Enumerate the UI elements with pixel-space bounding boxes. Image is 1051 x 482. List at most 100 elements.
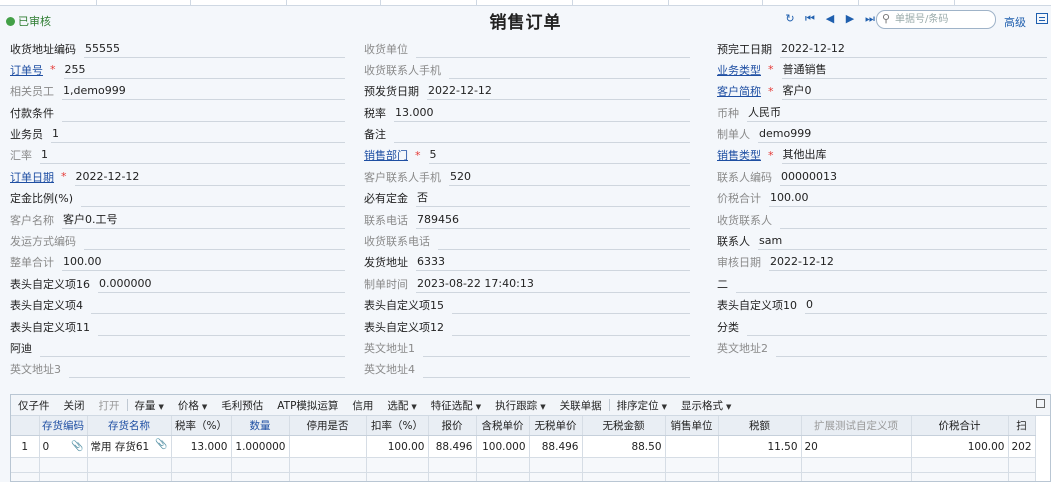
table-cell[interactable]: 100.00 bbox=[366, 435, 429, 458]
field-value[interactable]: 其他出库 bbox=[781, 146, 1047, 165]
table-cell[interactable]: 100.000 bbox=[476, 435, 530, 458]
field-value[interactable]: 789456 bbox=[416, 211, 690, 229]
attachment-icon[interactable]: 📎 bbox=[155, 439, 167, 450]
table-cell[interactable] bbox=[665, 457, 719, 473]
toolbar-button[interactable]: 关联单据 bbox=[553, 398, 609, 413]
field-value[interactable]: 520 bbox=[449, 168, 690, 186]
toolbar-button[interactable]: 价格 ▼ bbox=[171, 398, 214, 413]
field-value[interactable] bbox=[69, 360, 345, 379]
table-cell[interactable]: 11.50 bbox=[718, 435, 802, 458]
column-header[interactable]: 数量 bbox=[231, 416, 290, 436]
field-value[interactable] bbox=[81, 189, 345, 208]
field-value[interactable] bbox=[776, 339, 1047, 357]
table-cell[interactable] bbox=[476, 472, 530, 481]
table-cell[interactable] bbox=[665, 435, 719, 458]
table-cell[interactable]: 1.000000 bbox=[231, 435, 290, 458]
field-value[interactable]: 100.00 bbox=[769, 189, 1047, 208]
column-header[interactable]: 存货编码 bbox=[39, 416, 88, 436]
column-header[interactable]: 含税单价 bbox=[476, 416, 530, 436]
field-value[interactable]: 55555 bbox=[84, 40, 345, 58]
field-value[interactable]: 00000013 bbox=[780, 168, 1047, 186]
table-cell[interactable] bbox=[428, 472, 477, 481]
toolbar-button[interactable]: 排序定位 ▼ bbox=[610, 398, 674, 413]
table-cell[interactable] bbox=[87, 457, 172, 473]
table-cell[interactable]: 20 bbox=[801, 435, 912, 458]
column-header[interactable]: 税率（%） bbox=[171, 416, 232, 436]
table-cell[interactable] bbox=[428, 457, 477, 473]
last-record-icon[interactable]: ⏭ bbox=[864, 12, 876, 26]
field-value[interactable] bbox=[780, 211, 1047, 229]
toolbar-button[interactable]: 特征选配 ▼ bbox=[424, 398, 488, 413]
attachment-icon[interactable]: 📎 bbox=[71, 441, 83, 452]
table-row[interactable]: 1 0 📎 常用 存货61 📎 13.000 1.000000 100.00 88.496 100… bbox=[11, 435, 1036, 458]
column-header[interactable]: 销售单位 bbox=[665, 416, 719, 436]
toolbar-button[interactable]: 信用 bbox=[345, 398, 380, 413]
column-header[interactable]: 价税合计 bbox=[911, 416, 1009, 436]
table-cell[interactable] bbox=[718, 472, 802, 481]
field-label[interactable]: 销售部门 bbox=[364, 147, 408, 163]
table-cell[interactable] bbox=[911, 472, 1009, 481]
column-header[interactable]: 存货名称 bbox=[87, 416, 172, 436]
field-label[interactable]: 客户简称 bbox=[717, 83, 761, 99]
table-cell[interactable] bbox=[1008, 457, 1036, 473]
field-value[interactable]: 客户0.工号 bbox=[62, 211, 345, 229]
previous-record-icon[interactable]: ◀ bbox=[824, 12, 836, 26]
column-header[interactable]: 报价 bbox=[428, 416, 477, 436]
field-value[interactable]: 1,demo999 bbox=[62, 82, 345, 101]
table-cell[interactable] bbox=[39, 472, 88, 481]
field-value[interactable]: 2022-12-12 bbox=[769, 253, 1047, 272]
search-input[interactable] bbox=[895, 12, 987, 26]
expand-icon[interactable] bbox=[1036, 399, 1045, 408]
table-cell[interactable] bbox=[801, 472, 912, 481]
field-value[interactable]: 2023-08-22 17:40:13 bbox=[416, 275, 690, 293]
table-cell[interactable] bbox=[289, 472, 367, 481]
table-cell[interactable] bbox=[87, 472, 172, 481]
field-value[interactable]: 13.000 bbox=[394, 104, 690, 122]
table-cell[interactable] bbox=[476, 457, 530, 473]
field-label[interactable]: 订单日期 bbox=[10, 169, 54, 185]
field-value[interactable] bbox=[449, 61, 690, 79]
table-cell[interactable] bbox=[11, 457, 40, 473]
table-cell[interactable] bbox=[171, 457, 232, 473]
field-value[interactable] bbox=[98, 318, 345, 336]
field-value[interactable] bbox=[84, 232, 345, 251]
field-value[interactable]: 0 bbox=[805, 296, 1047, 315]
column-header[interactable]: 无税金额 bbox=[582, 416, 666, 436]
field-value[interactable] bbox=[416, 40, 690, 58]
table-cell[interactable] bbox=[801, 457, 912, 473]
field-value[interactable] bbox=[747, 318, 1047, 336]
field-value[interactable] bbox=[40, 339, 345, 357]
table-cell[interactable] bbox=[529, 457, 583, 473]
field-value[interactable]: 255 bbox=[63, 61, 345, 79]
table-cell[interactable] bbox=[366, 472, 429, 481]
column-header[interactable]: 税额 bbox=[718, 416, 802, 436]
toolbar-button[interactable]: 执行跟踪 ▼ bbox=[488, 398, 552, 413]
table-cell[interactable]: 13.000 bbox=[171, 435, 232, 458]
field-label[interactable]: 业务类型 bbox=[717, 62, 761, 78]
toolbar-button[interactable]: ATP模拟运算 bbox=[270, 398, 345, 413]
toolbar-button[interactable]: 存量 ▼ bbox=[128, 398, 171, 413]
toolbar-button[interactable]: 选配 ▼ bbox=[380, 398, 423, 413]
table-cell[interactable] bbox=[1008, 472, 1036, 481]
toolbar-button[interactable]: 显示格式 ▼ bbox=[674, 398, 738, 413]
field-value[interactable]: sam bbox=[758, 232, 1047, 251]
first-record-icon[interactable]: ⏮ bbox=[804, 12, 816, 26]
table-cell[interactable]: 88.50 bbox=[582, 435, 666, 458]
column-header[interactable] bbox=[11, 416, 40, 436]
layout-icon[interactable] bbox=[1036, 13, 1048, 24]
field-value[interactable] bbox=[62, 104, 345, 122]
field-value[interactable]: 客户0 bbox=[781, 82, 1047, 101]
field-value[interactable]: 1 bbox=[40, 146, 345, 165]
table-cell[interactable] bbox=[11, 472, 40, 481]
field-value[interactable]: 2022-12-12 bbox=[74, 168, 345, 186]
table-cell[interactable]: 100.00 bbox=[911, 435, 1009, 458]
table-cell[interactable]: 1 bbox=[11, 435, 40, 458]
field-value[interactable] bbox=[91, 296, 345, 315]
field-value[interactable]: 1 bbox=[51, 125, 345, 144]
table-cell[interactable] bbox=[665, 472, 719, 481]
field-value[interactable]: 人民币 bbox=[747, 104, 1047, 122]
field-label[interactable]: 订单号 bbox=[10, 62, 43, 78]
table-cell[interactable]: 88.496 bbox=[428, 435, 477, 458]
table-cell[interactable] bbox=[231, 457, 290, 473]
advanced-search-link[interactable]: 高级 bbox=[1004, 14, 1026, 30]
